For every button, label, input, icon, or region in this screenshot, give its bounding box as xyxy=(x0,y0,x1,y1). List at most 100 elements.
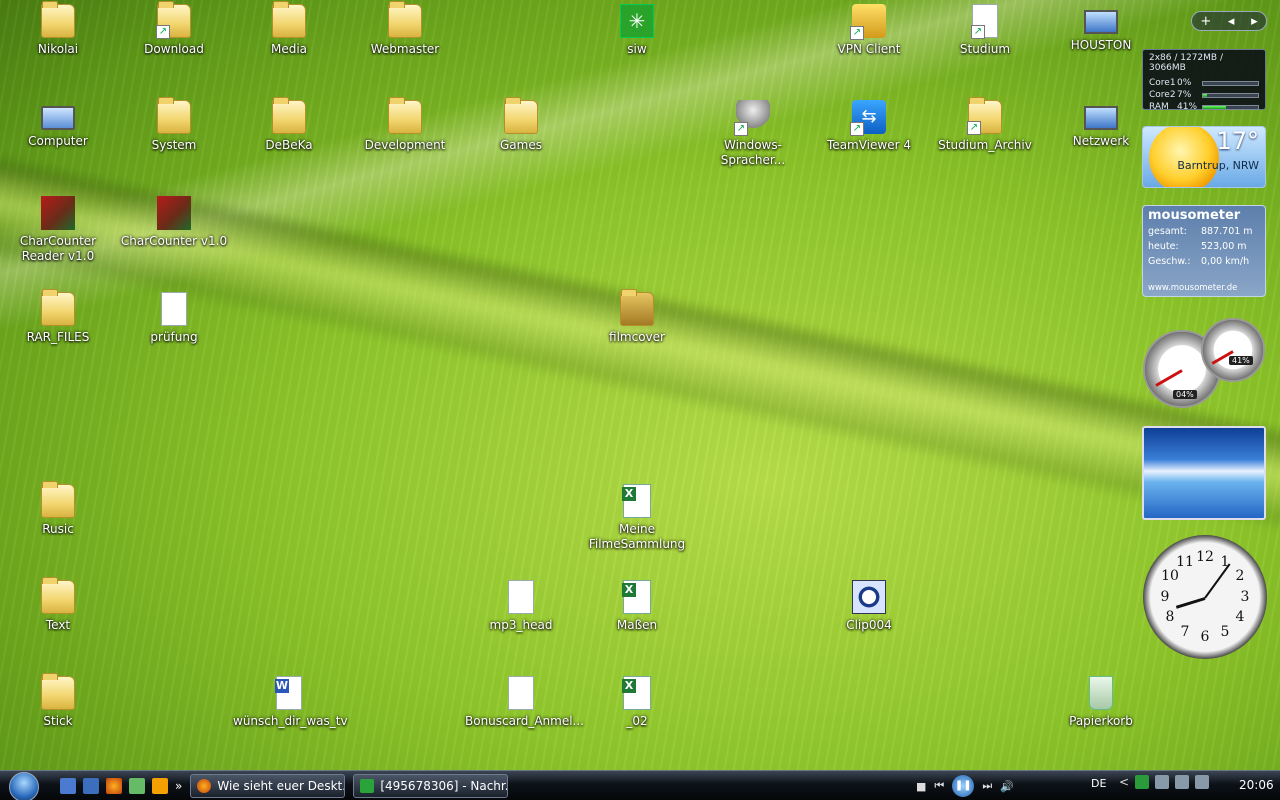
desktop-icon-studium[interactable]: Studium xyxy=(927,4,1043,57)
desktop-icon-bonuscard[interactable]: Bonuscard_Anmel... xyxy=(463,676,584,729)
media-player-icon[interactable] xyxy=(152,777,168,794)
tray-app-icon[interactable] xyxy=(1135,775,1150,789)
desktop-icon-pruefung[interactable]: prüfung xyxy=(116,292,232,345)
desktop-icon-rar-files[interactable]: RAR_FILES xyxy=(0,289,116,345)
siw-app-icon: ✳ xyxy=(620,4,654,38)
desktop-icon-text[interactable]: Text xyxy=(0,577,116,633)
network-icon xyxy=(1084,106,1118,130)
desktop-icon-studium-archiv[interactable]: Studium_Archiv xyxy=(927,97,1043,153)
excel-file-icon xyxy=(622,580,651,614)
desktop-icon-rusic[interactable]: Rusic xyxy=(0,481,116,537)
sun-icon xyxy=(1149,127,1219,187)
teamviewer-icon: ⇆ xyxy=(850,100,886,136)
chat-icon xyxy=(360,778,375,793)
desktop-icon-filmcover[interactable]: filmcover xyxy=(579,289,695,345)
clock-number: 6 xyxy=(1200,629,1210,645)
desktop-icon-masse[interactable]: Maßen xyxy=(579,580,695,633)
pause-icon[interactable]: ❚❚ xyxy=(952,775,975,797)
show-desktop-icon[interactable] xyxy=(60,777,76,794)
desktop-icon-clip004[interactable]: Clip004 xyxy=(811,580,927,633)
system-tray: < xyxy=(1119,775,1210,789)
desktop-icon-mp3-head[interactable]: mp3_head xyxy=(463,580,579,633)
windows-logo-icon xyxy=(9,771,39,800)
tray-expand-icon[interactable]: < xyxy=(1119,775,1129,789)
memory-dial-value: 41% xyxy=(1229,356,1253,365)
mousometer-title: mousometer xyxy=(1148,208,1241,223)
volume-icon[interactable] xyxy=(1195,775,1210,789)
desktop-icon-siw[interactable]: ✳ siw xyxy=(579,4,695,57)
folder-icon xyxy=(157,97,191,134)
next-gadgets-button[interactable]: ▸ xyxy=(1251,14,1258,29)
mousometer-gadget[interactable]: mousometer gesamt: 887.701 m heute: 523,00… xyxy=(1142,205,1266,297)
switch-windows-icon[interactable] xyxy=(83,777,99,794)
usage-bar xyxy=(1202,92,1259,98)
clock-number: 9 xyxy=(1160,589,1170,605)
quick-launch-more[interactable]: » xyxy=(175,779,182,793)
language-indicator[interactable]: DE xyxy=(1091,777,1106,790)
desktop-icon-computer[interactable]: Computer xyxy=(0,100,116,149)
cpu-row: Core2 7% xyxy=(1149,89,1259,101)
desktop-icon-vpn-client[interactable]: VPN Client xyxy=(811,4,927,57)
volume-icon[interactable]: 🔊 xyxy=(1000,780,1014,793)
desktop-icon-02[interactable]: _02 xyxy=(579,676,695,729)
taskbar-button-messenger[interactable]: [495678306] - Nachr... xyxy=(353,773,509,798)
add-gadget-button[interactable]: + xyxy=(1200,14,1211,29)
cpu-meter-gadget[interactable]: 2x86 / 1272MB / 3066MB Core1 0% Core2 7% R… xyxy=(1142,49,1266,113)
desktop-icon-teamviewer[interactable]: ⇆TeamViewer 4 xyxy=(811,100,927,153)
folder-shortcut-icon xyxy=(967,97,1002,135)
lock-icon xyxy=(850,4,886,40)
firefox-icon xyxy=(197,778,212,793)
ram-row: RAM 41% xyxy=(1149,101,1259,113)
desktop-icon-charcounter[interactable]: CharCounter v1.0 xyxy=(116,196,232,249)
taskbar-clock[interactable]: 20:06 xyxy=(1239,778,1274,792)
desktop-icon-papierkorb[interactable]: Papierkorb xyxy=(1043,676,1159,729)
desktop-icon-charcounter-reader[interactable]: CharCounter Reader v1.0 xyxy=(0,196,116,264)
charcounter-icon xyxy=(157,196,191,230)
clock-minute-hand xyxy=(1204,563,1231,599)
desktop-icon-webmaster[interactable]: Webmaster xyxy=(347,1,463,57)
quick-launch: » xyxy=(60,777,182,794)
desktop-icon-stick[interactable]: Stick xyxy=(0,673,116,729)
slideshow-gadget[interactable] xyxy=(1142,426,1266,520)
film-folder-icon xyxy=(620,289,654,326)
taskbar-button-browser[interactable]: Wie sieht euer Deskt... xyxy=(190,773,346,798)
folder-icon xyxy=(41,1,75,38)
desktop-icon-houston[interactable]: HOUSTON xyxy=(1043,4,1159,53)
sidebar-controls: + ◂ ▸ xyxy=(1191,11,1267,31)
previous-gadgets-button[interactable]: ◂ xyxy=(1228,14,1235,29)
display-icon[interactable] xyxy=(1155,775,1170,789)
weather-gadget[interactable]: 17° Barntrup, NRW xyxy=(1142,126,1266,188)
clock-number: 7 xyxy=(1180,624,1190,640)
folder-icon xyxy=(41,289,75,326)
stop-icon[interactable]: ■ xyxy=(916,780,926,793)
cpu-header: 2x86 / 1272MB / 3066MB xyxy=(1149,53,1223,73)
clock-number: 3 xyxy=(1240,589,1250,605)
clock-number: 12 xyxy=(1196,549,1214,565)
computer-icon xyxy=(41,106,75,130)
previous-track-icon[interactable]: ⏮ xyxy=(934,779,944,793)
desktop-icon-debeka[interactable]: DeBeKa xyxy=(231,97,347,153)
mousometer-row: heute: 523,00 m xyxy=(1148,241,1247,252)
mousometer-link[interactable]: www.mousometer.de xyxy=(1148,283,1237,293)
clock-gadget[interactable]: 12 1 2 3 4 5 6 7 8 9 10 11 xyxy=(1143,535,1267,659)
next-track-icon[interactable]: ⏭ xyxy=(982,779,992,793)
text-file-icon xyxy=(508,580,534,614)
desktop-icon-development[interactable]: Development xyxy=(347,97,463,153)
desktop-icon-speech-recognition[interactable]: Windows-Spracher... xyxy=(695,100,811,168)
excel-file-icon xyxy=(622,484,651,518)
desktop-icon-wunsch-dir-was[interactable]: wünsch_dir_was_tv xyxy=(231,676,348,729)
desktop-icon-nikolai[interactable]: Nikolai xyxy=(0,1,116,57)
firefox-icon[interactable] xyxy=(106,777,122,794)
folder-icon xyxy=(388,1,422,38)
desktop-icon-games[interactable]: Games xyxy=(463,97,579,153)
cpu-row: Core1 0% xyxy=(1149,77,1259,89)
app-icon[interactable] xyxy=(129,777,145,794)
desktop-icon-system[interactable]: System xyxy=(116,97,232,153)
network-icon[interactable] xyxy=(1175,775,1190,789)
desktop-icon-media[interactable]: Media xyxy=(231,1,347,57)
media-player-toolbar: ■ ⏮ ❚❚ ⏭ 🔊 xyxy=(912,774,1082,798)
start-button[interactable] xyxy=(0,771,46,800)
desktop-icon-download[interactable]: Download xyxy=(116,1,232,57)
desktop-icon-filmsammlung[interactable]: Meine FilmeSammlung xyxy=(579,484,695,552)
folder-icon xyxy=(272,1,306,38)
